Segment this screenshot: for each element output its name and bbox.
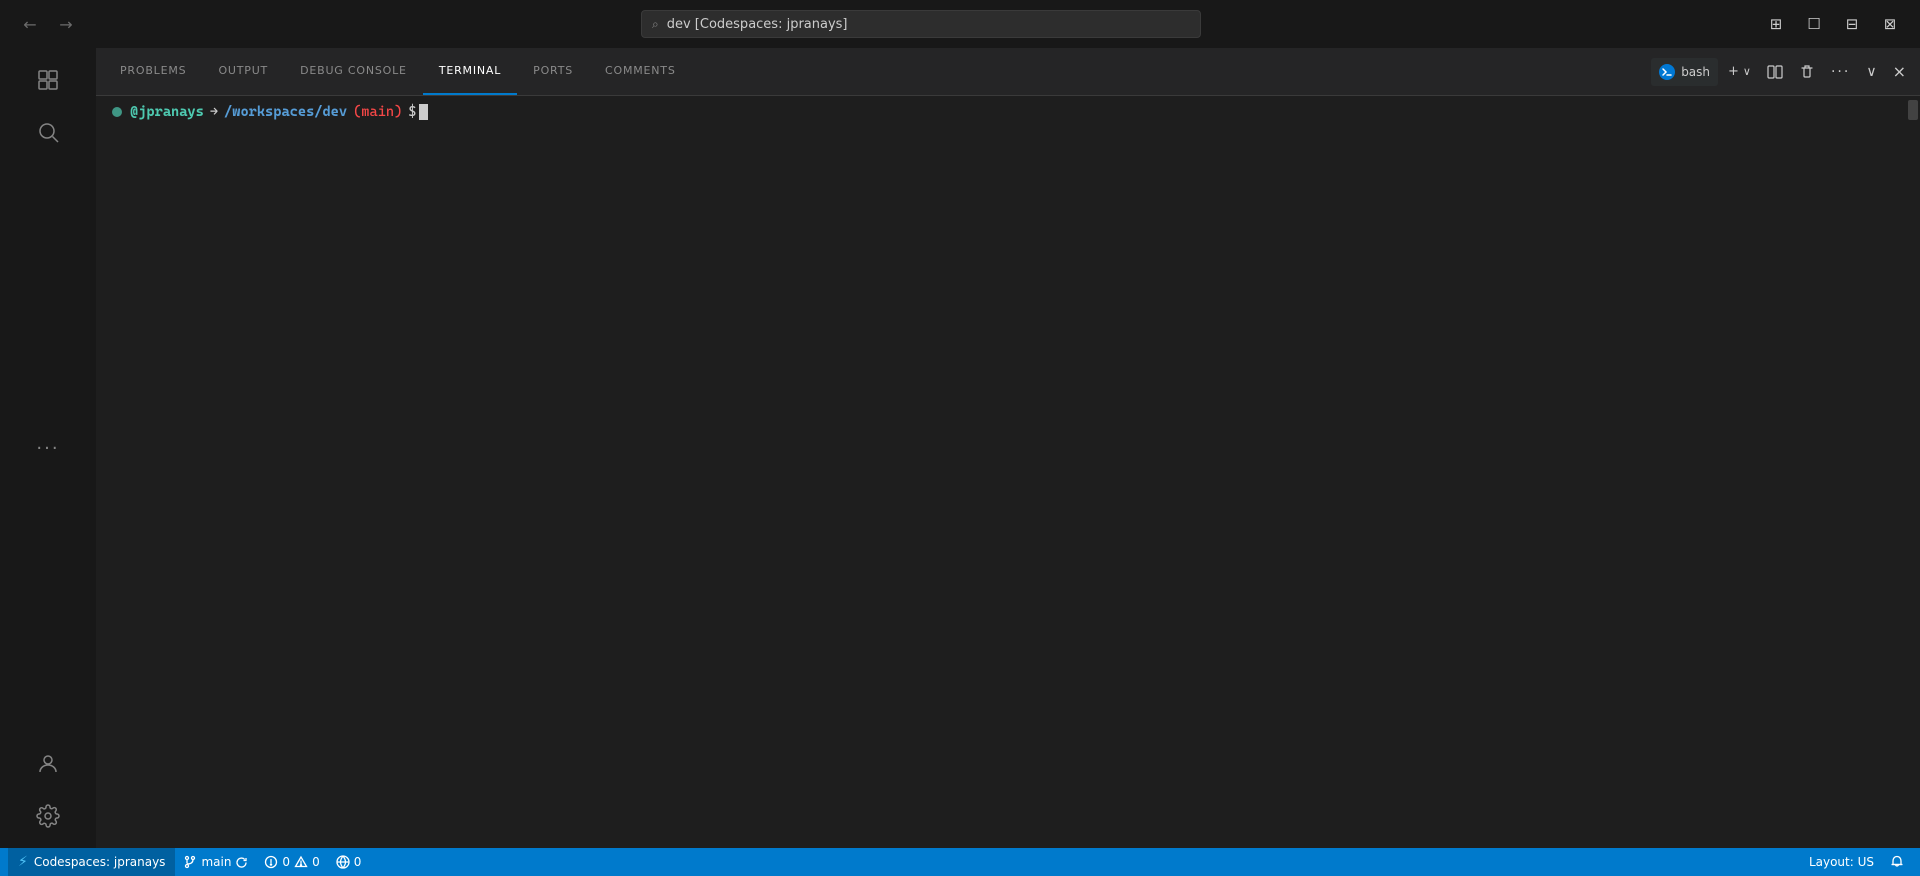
activity-explorer[interactable] <box>24 56 72 104</box>
terminal-cursor <box>419 104 428 120</box>
branch-icon <box>183 855 197 869</box>
warnings-icon <box>294 855 308 869</box>
search-text: dev [Codespaces: jpranays] <box>667 17 848 32</box>
activity-settings[interactable] <box>24 792 72 840</box>
status-bar: ⚡ Codespaces: jpranays main 0 0 <box>0 848 1920 876</box>
branch-label: main <box>201 855 231 869</box>
prompt-arrow: → <box>210 104 218 120</box>
layout-toggle-3[interactable]: ⊟ <box>1838 13 1866 35</box>
prompt-status-dot <box>112 107 122 117</box>
status-codespaces[interactable]: ⚡ Codespaces: jpranays <box>8 848 175 876</box>
terminal-scrollbar[interactable] <box>1906 96 1920 848</box>
search-bar[interactable]: ⌕ dev [Codespaces: jpranays] <box>641 10 1201 38</box>
layout-label: Layout: US <box>1809 855 1874 869</box>
add-terminal-button[interactable]: + ∨ <box>1722 58 1757 86</box>
panel-close-button[interactable]: × <box>1887 58 1912 86</box>
activity-bar: ··· <box>0 48 96 848</box>
status-layout[interactable]: Layout: US <box>1801 848 1882 876</box>
delete-terminal-button[interactable] <box>1793 58 1821 86</box>
scrollbar-thumb <box>1908 100 1918 120</box>
status-errors[interactable]: 0 0 <box>256 848 327 876</box>
more-actions-button[interactable]: ··· <box>1825 58 1856 86</box>
tab-debug-console[interactable]: DEBUG CONSOLE <box>284 48 423 95</box>
add-chevron-icon: ∨ <box>1743 65 1751 78</box>
warnings-count: 0 <box>312 855 320 869</box>
split-icon <box>1767 64 1783 80</box>
back-button[interactable]: ← <box>16 10 44 38</box>
title-actions: ⊞ ☐ ⊟ ⊠ <box>1762 13 1904 35</box>
tab-ports[interactable]: PORTS <box>517 48 589 95</box>
activity-search[interactable] <box>24 108 72 156</box>
layout-toggle-2[interactable]: ☐ <box>1800 13 1828 35</box>
forward-button[interactable]: → <box>52 10 80 38</box>
tab-output[interactable]: OUTPUT <box>202 48 284 95</box>
terminal-prompt-line: @jpranays → /workspaces/dev (main) $ <box>112 104 1904 120</box>
prompt-branch: (main) <box>353 104 402 120</box>
title-bar: ← → ⌕ dev [Codespaces: jpranays] ⊞ ☐ ⊟ ⊠ <box>0 0 1920 48</box>
sync-icon <box>235 856 248 869</box>
status-remote[interactable]: 0 <box>328 848 370 876</box>
panel-actions: bash + ∨ ··· ∨ <box>1651 58 1912 86</box>
remote-icon <box>336 855 350 869</box>
remote-count: 0 <box>354 855 362 869</box>
activity-account[interactable] <box>24 740 72 788</box>
trash-icon <box>1799 64 1815 80</box>
codespaces-icon: ⚡ <box>18 854 28 870</box>
panel-tabs: PROBLEMS OUTPUT DEBUG CONSOLE TERMINAL P… <box>96 48 1920 96</box>
prompt-dollar: $ <box>408 104 416 120</box>
search-icon: ⌕ <box>652 17 659 32</box>
codespaces-label: Codespaces: jpranays <box>34 855 166 869</box>
terminal-content[interactable]: @jpranays → /workspaces/dev (main) $ <box>96 96 1920 848</box>
errors-count: 0 <box>282 855 290 869</box>
prompt-username: @jpranays <box>130 104 204 120</box>
tab-terminal[interactable]: TERMINAL <box>423 48 517 95</box>
panel-area: PROBLEMS OUTPUT DEBUG CONSOLE TERMINAL P… <box>96 48 1920 848</box>
prompt-path: /workspaces/dev <box>224 104 347 120</box>
layout-toggle-1[interactable]: ⊞ <box>1762 13 1790 35</box>
bell-icon <box>1890 855 1904 869</box>
panel-collapse-button[interactable]: ∨ <box>1860 58 1882 86</box>
bash-label-text: bash <box>1681 65 1710 79</box>
tab-comments[interactable]: COMMENTS <box>589 48 692 95</box>
layout-toggle-4[interactable]: ⊠ <box>1876 13 1904 35</box>
status-bell[interactable] <box>1882 848 1912 876</box>
split-terminal-button[interactable] <box>1761 58 1789 86</box>
tab-problems[interactable]: PROBLEMS <box>104 48 202 95</box>
status-branch[interactable]: main <box>175 848 256 876</box>
bash-terminal-label[interactable]: bash <box>1651 58 1718 86</box>
activity-more[interactable]: ··· <box>24 424 72 472</box>
bash-icon <box>1659 64 1675 80</box>
main-area: ··· PROBLEMS OUTPUT DEBUG CONSOLE TERMIN… <box>0 48 1920 848</box>
add-icon: + <box>1728 64 1739 79</box>
errors-icon <box>264 855 278 869</box>
title-nav: ← → <box>16 10 80 38</box>
